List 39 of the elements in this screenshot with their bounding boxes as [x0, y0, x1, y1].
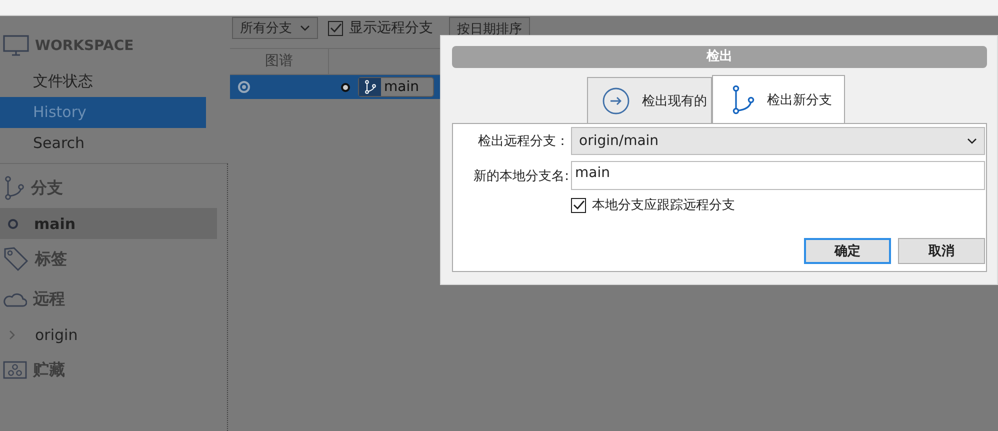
checkbox-label: 显示远程分支	[349, 19, 433, 37]
head-marker-icon	[341, 82, 350, 92]
remote-branch-dropdown[interactable]: origin/main	[571, 127, 985, 155]
monitor-icon	[3, 35, 29, 57]
section-title: 远程	[33, 288, 65, 310]
section-title: 贮藏	[33, 360, 65, 380]
tab[interactable]: 检出现有的	[587, 77, 712, 123]
branch-dot-icon	[8, 218, 18, 228]
checkbox[interactable]	[571, 198, 586, 212]
branch-filter-dropdown[interactable]: 所有分支	[232, 17, 318, 39]
sidebar-item[interactable]: Search	[0, 128, 206, 159]
branch-name-field[interactable]: main	[571, 161, 985, 190]
branch-icon	[3, 176, 25, 200]
checkbox-label: 本地分支应跟踪远程分支	[592, 197, 735, 214]
section-title: WORKSPACE	[35, 38, 134, 54]
section-title: 标签	[35, 248, 67, 270]
branch-icon	[731, 84, 755, 114]
commit-node-icon	[238, 81, 250, 93]
sidebar-item[interactable]: 文件状态	[0, 66, 206, 97]
cloud-icon	[3, 291, 27, 307]
field-label: 新的本地分支名:	[472, 168, 570, 184]
confirm-button[interactable]: 确定	[804, 238, 891, 264]
branch-item[interactable]: main	[0, 208, 217, 239]
stash-icon	[3, 361, 27, 379]
branch-label: main	[358, 77, 434, 97]
chevron-down-icon	[300, 25, 310, 31]
branch-icon	[359, 78, 381, 96]
sidebar-item[interactable]: History	[0, 97, 206, 128]
remote-item[interactable]: origin	[0, 319, 217, 350]
field-label: 检出远程分支：	[477, 133, 570, 150]
checkbox[interactable]	[328, 20, 343, 36]
cancel-button[interactable]: 取消	[898, 238, 985, 264]
dialog-title: 检出	[452, 46, 987, 68]
tab[interactable]: 检出新分支	[712, 75, 845, 123]
section-title: 分支	[31, 178, 63, 198]
column-header: 图谱	[230, 49, 329, 74]
arrow-circle-icon	[602, 86, 630, 114]
tag-icon	[3, 246, 29, 272]
chevron-down-icon	[967, 138, 977, 144]
